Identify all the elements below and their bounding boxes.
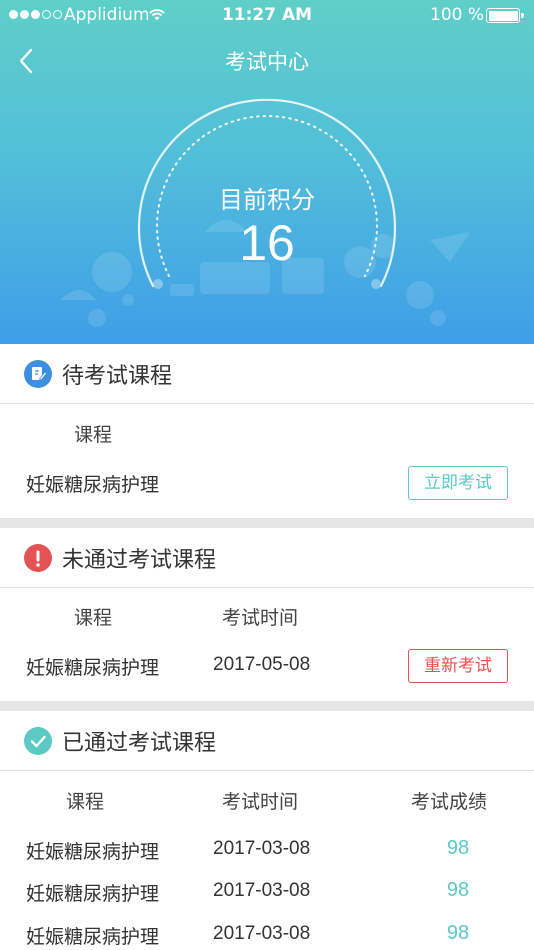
- failed-section-title: 未通过考试课程: [62, 548, 217, 573]
- section-divider: [0, 701, 534, 711]
- header-banner: Applidium 11:27 AM 100 % 考试中心 目前积分 16: [0, 0, 534, 344]
- course-name: 妊娠糖尿病护理: [26, 657, 160, 679]
- exam-score: 98: [446, 922, 470, 944]
- passed-section-title: 已通过考试课程: [62, 731, 217, 756]
- exam-date: 2017-03-08: [213, 838, 311, 859]
- course-name: 妊娠糖尿病护理: [26, 474, 160, 496]
- passed-col-time: 考试时间: [222, 791, 299, 813]
- exam-date: 2017-03-08: [213, 880, 311, 901]
- section-divider: [0, 518, 534, 528]
- course-name: 妊娠糖尿病护理: [26, 883, 160, 905]
- score-gauge: [60, 98, 470, 327]
- retake-exam-button[interactable]: 重新考试: [408, 649, 508, 683]
- exclamation-icon: [24, 544, 52, 572]
- edit-document-icon: [24, 360, 52, 388]
- pending-col-course: 课程: [74, 424, 113, 446]
- take-exam-button[interactable]: 立即考试: [408, 466, 508, 500]
- failed-section-header: 未通过考试课程: [0, 528, 534, 588]
- exam-score: 98: [446, 837, 470, 859]
- passed-col-score: 考试成绩: [411, 791, 488, 813]
- checkmark-icon: [24, 727, 52, 755]
- failed-col-course: 课程: [74, 607, 113, 629]
- passed-col-course: 课程: [66, 791, 105, 813]
- exam-score: 98: [446, 879, 470, 901]
- exam-date: 2017-03-08: [213, 923, 311, 944]
- course-name: 妊娠糖尿病护理: [26, 841, 160, 863]
- pending-section-header: 待考试课程: [0, 344, 534, 404]
- pending-section-title: 待考试课程: [62, 364, 173, 389]
- exam-date: 2017-05-08: [213, 654, 311, 675]
- course-name: 妊娠糖尿病护理: [26, 926, 160, 948]
- score-value: 16: [239, 215, 295, 271]
- score-label: 目前积分: [219, 186, 315, 214]
- failed-col-time: 考试时间: [222, 607, 299, 629]
- passed-section-header: 已通过考试课程: [0, 711, 534, 771]
